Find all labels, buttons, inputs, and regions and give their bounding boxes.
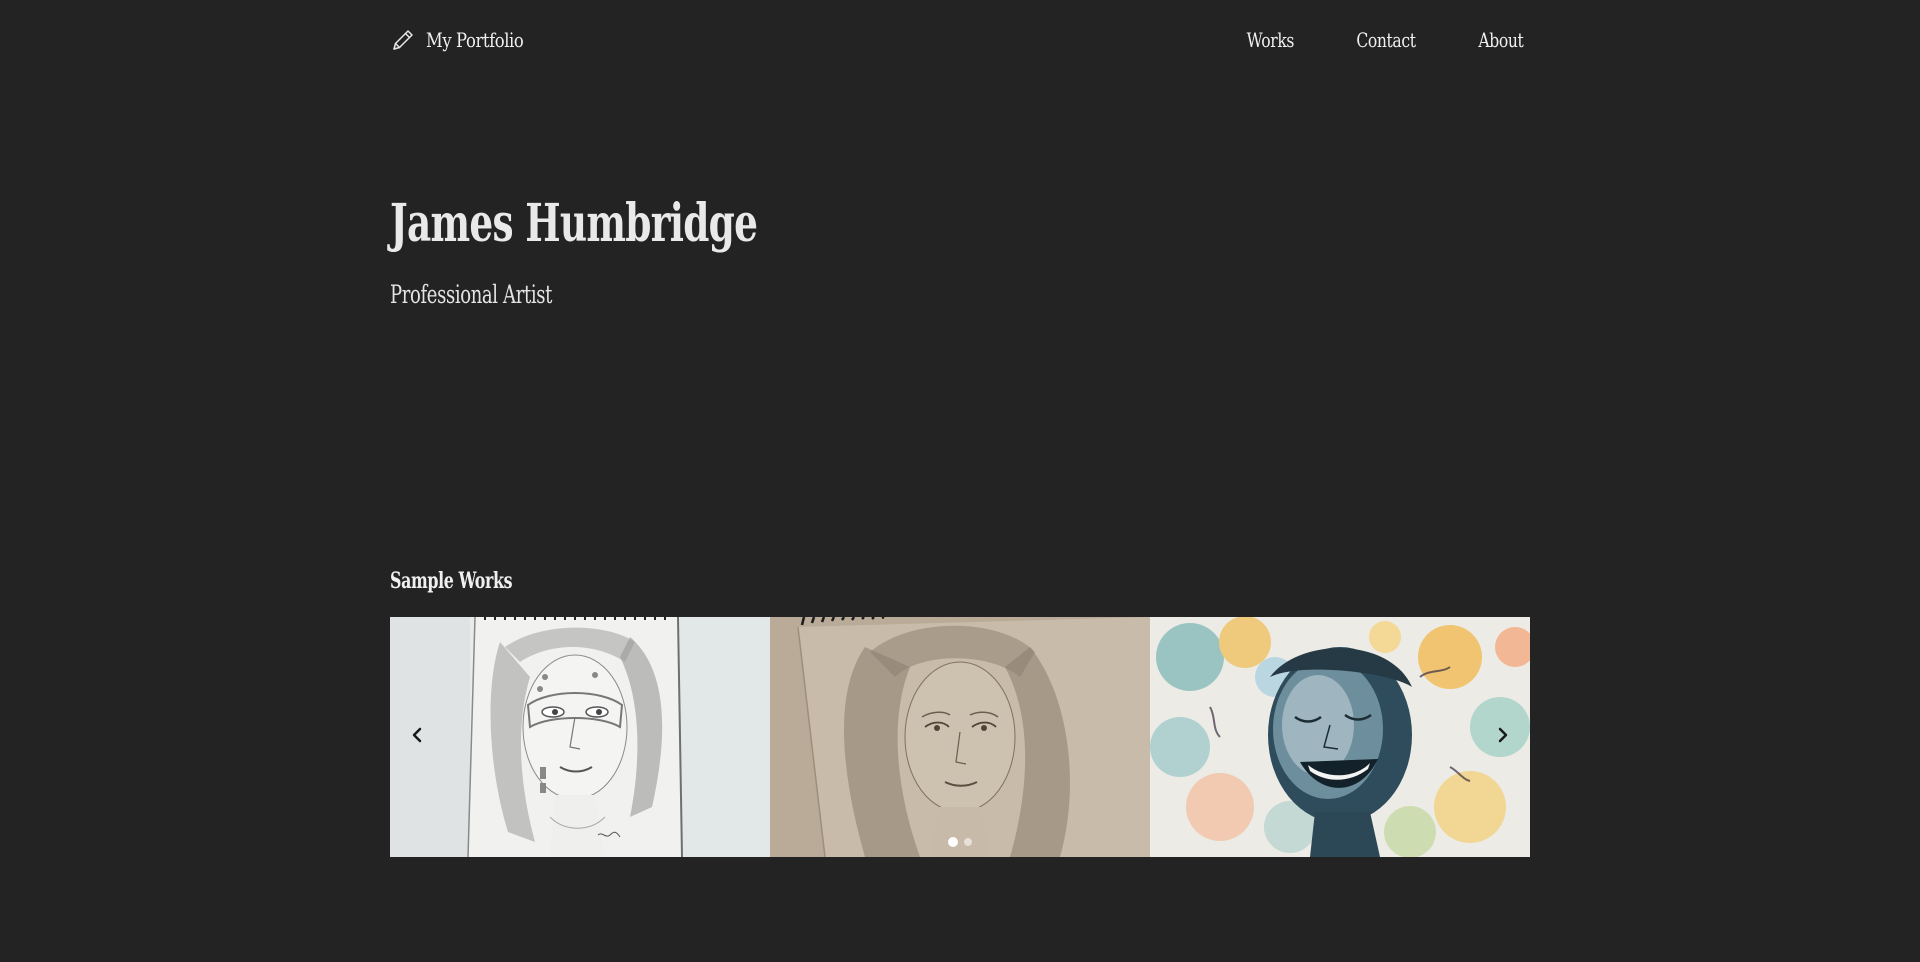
brand-link[interactable]: My Portfolio <box>390 27 545 53</box>
chevron-right-icon <box>1496 726 1510 749</box>
carousel-next-button[interactable] <box>1488 722 1518 752</box>
carousel-slide-3[interactable] <box>1150 617 1530 857</box>
pencil-icon <box>390 27 416 53</box>
main-nav: Works Contact About <box>1240 28 1530 52</box>
works-carousel <box>390 617 1530 857</box>
nav-link-contact[interactable]: Contact <box>1357 28 1417 52</box>
chevron-left-icon <box>410 726 424 749</box>
carousel-dot-2[interactable] <box>964 838 972 846</box>
site-header: My Portfolio Works Contact About <box>390 0 1530 80</box>
nav-link-about[interactable]: About <box>1479 28 1524 52</box>
carousel-slide-2[interactable] <box>770 617 1150 857</box>
hero-subtitle: Professional Artist <box>390 280 552 310</box>
carousel-indicators <box>948 837 972 847</box>
brand-text: My Portfolio <box>426 28 524 52</box>
hero-title: James Humbridge <box>390 193 758 254</box>
hero-section: James Humbridge Professional Artist <box>390 195 1530 309</box>
sample-works-title: Sample Works <box>390 568 513 594</box>
nav-link-works[interactable]: Works <box>1246 28 1294 52</box>
carousel-prev-button[interactable] <box>402 722 432 752</box>
carousel-dot-1[interactable] <box>948 837 958 847</box>
carousel-slide-1[interactable] <box>390 617 770 857</box>
